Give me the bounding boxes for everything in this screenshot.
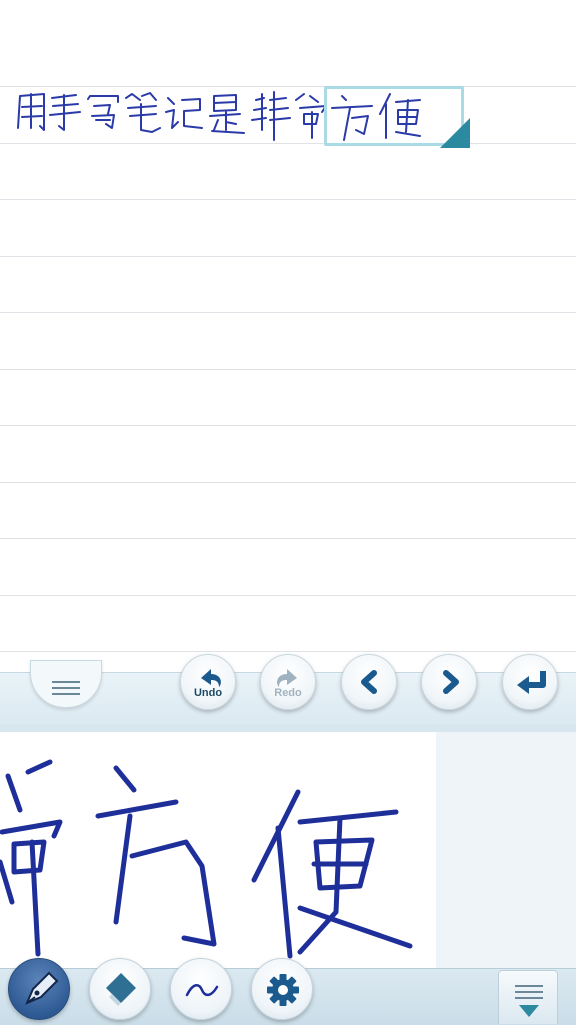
ruled-line — [0, 595, 576, 596]
stroke-width-button[interactable] — [170, 958, 232, 1020]
undo-button[interactable]: Undo — [180, 654, 236, 710]
ruled-line — [0, 369, 576, 370]
handwritten-text-line — [17, 91, 421, 141]
ruled-line — [0, 482, 576, 483]
collapse-down-icon — [515, 985, 543, 1017]
handwriting-pad[interactable] — [0, 732, 436, 968]
redo-button[interactable]: Redo — [260, 654, 316, 710]
redo-arrow-icon — [277, 669, 297, 687]
selection-resize-handle[interactable] — [440, 118, 470, 148]
next-button[interactable] — [421, 654, 477, 710]
gear-icon — [267, 974, 299, 1006]
collapse-pad-button[interactable] — [498, 970, 558, 1024]
enter-return-icon — [517, 671, 546, 694]
pad-side-panel — [436, 732, 576, 968]
enter-button[interactable] — [502, 654, 558, 710]
ruled-line — [0, 651, 576, 652]
previous-button[interactable] — [341, 654, 397, 710]
stroke-wave-icon — [185, 984, 219, 997]
pen-nib-icon — [25, 971, 59, 1005]
pen-tool-button[interactable] — [8, 958, 70, 1020]
eraser-icon — [106, 973, 136, 1006]
chevron-right-icon — [443, 670, 459, 694]
settings-button[interactable] — [251, 958, 313, 1020]
redo-label: Redo — [274, 687, 302, 699]
chevron-left-icon — [361, 670, 377, 694]
pad-separator — [0, 724, 576, 732]
notebook-page[interactable] — [0, 0, 576, 672]
handwriting-strokes — [0, 759, 413, 959]
ruled-line — [0, 538, 576, 539]
undo-arrow-icon — [201, 669, 221, 687]
ruled-line — [0, 425, 576, 426]
ruled-line — [0, 199, 576, 200]
eraser-tool-button[interactable] — [89, 958, 151, 1020]
ruled-line — [0, 256, 576, 257]
ruled-line — [0, 312, 576, 313]
undo-label: Undo — [193, 687, 223, 699]
